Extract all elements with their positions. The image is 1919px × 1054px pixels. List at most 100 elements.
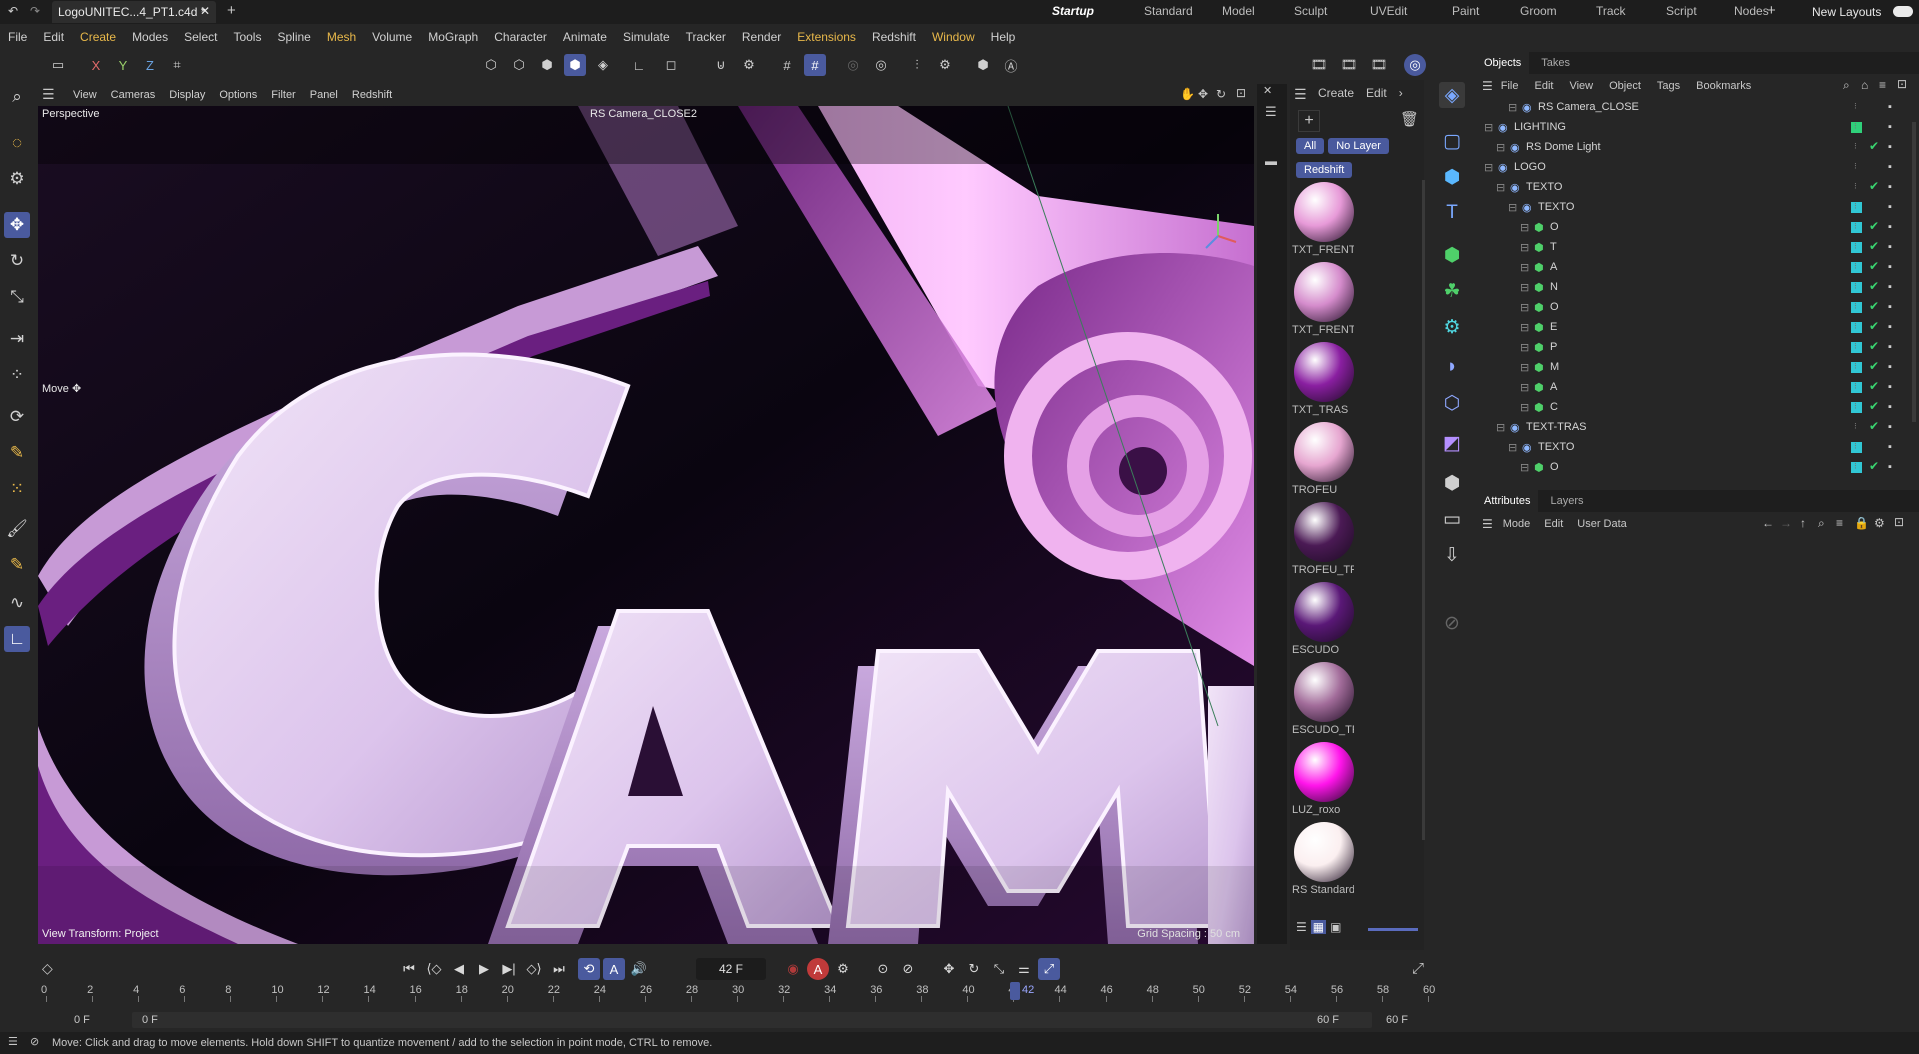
- axis-y-button[interactable]: Y: [112, 54, 134, 76]
- close-tab-icon[interactable]: ✕: [200, 4, 210, 18]
- viewport-menu-redshift[interactable]: Redshift: [345, 84, 399, 106]
- new-layouts-label[interactable]: New Layouts: [1812, 5, 1881, 19]
- scale-tool-icon[interactable]: ⤡: [4, 284, 30, 310]
- enabled-check-icon[interactable]: ✔: [1869, 459, 1879, 473]
- tag-icon[interactable]: ▪: [1888, 421, 1892, 433]
- enabled-check-icon[interactable]: ✔: [1869, 179, 1879, 193]
- enabled-check-icon[interactable]: ✔: [1869, 419, 1879, 433]
- move-tool-icon[interactable]: ✥: [4, 212, 30, 238]
- tag-icon[interactable]: ▪: [1888, 401, 1892, 413]
- deformer-icon[interactable]: ◗: [1439, 354, 1465, 380]
- redshift-renderer-badge[interactable]: Redshift: [1296, 162, 1353, 178]
- delete-material-icon[interactable]: 🗑: [1400, 110, 1419, 128]
- uv-mode-icon[interactable]: ◈: [592, 54, 614, 76]
- menu-tracker[interactable]: Tracker: [678, 24, 734, 50]
- axis-z-button[interactable]: Z: [139, 54, 161, 76]
- tag-icon[interactable]: ▪: [1888, 141, 1892, 153]
- tab-objects[interactable]: Objects: [1476, 52, 1530, 74]
- spline-icon[interactable]: ∿: [4, 590, 30, 616]
- chevron-right-icon[interactable]: ›: [1399, 86, 1403, 100]
- visibility-dots[interactable]: ⁝: [1854, 261, 1857, 272]
- light-object-icon[interactable]: ⬢: [1439, 470, 1465, 496]
- new-attr-manager-icon[interactable]: ⊡: [1894, 515, 1904, 529]
- select-settings-icon[interactable]: ⚙: [4, 166, 30, 192]
- viewport-menu-panel[interactable]: Panel: [303, 84, 345, 106]
- expand-icon[interactable]: ⊟: [1496, 421, 1505, 434]
- tab-layers[interactable]: Layers: [1538, 495, 1595, 507]
- objects-menu-view[interactable]: View: [1569, 80, 1593, 92]
- expand-icon[interactable]: ⊟: [1520, 221, 1529, 234]
- menu-tools[interactable]: Tools: [225, 24, 269, 50]
- attr-menu-edit[interactable]: Edit: [1544, 518, 1563, 530]
- add-material-icon[interactable]: +: [1298, 110, 1320, 132]
- redo-icon[interactable]: ↷: [30, 4, 40, 18]
- viewport-menu-view[interactable]: View: [66, 84, 104, 106]
- tag-icon[interactable]: ▪: [1888, 261, 1892, 273]
- film-icon[interactable]: ▬: [1265, 154, 1277, 168]
- layout-toggle[interactable]: [1893, 6, 1913, 17]
- layout-tab-groom[interactable]: Groom: [1520, 4, 1557, 20]
- search-icon[interactable]: ⌕: [4, 84, 30, 110]
- grid-view-icon[interactable]: ▦: [1310, 920, 1327, 934]
- viewport-menu-display[interactable]: Display: [162, 84, 212, 106]
- tag-icon[interactable]: ▪: [1888, 161, 1892, 173]
- new-tab-icon[interactable]: +: [227, 2, 236, 19]
- tag-icon[interactable]: ▪: [1888, 381, 1892, 393]
- menu-help[interactable]: Help: [983, 24, 1024, 50]
- object-row[interactable]: ⊟ ◉ LOGO ⁝ ▪: [1476, 158, 1919, 178]
- pen-icon[interactable]: ✎: [4, 552, 30, 578]
- tag-icon[interactable]: ▪: [1888, 341, 1892, 353]
- visibility-dots[interactable]: ⁝: [1854, 361, 1857, 372]
- menu-redshift[interactable]: Redshift: [864, 24, 924, 50]
- material-item[interactable]: TROFEU: [1292, 420, 1356, 496]
- objects-menu-icon[interactable]: ☰: [1482, 79, 1493, 93]
- enabled-check-icon[interactable]: ✔: [1869, 219, 1879, 233]
- render-settings-icon[interactable]: 🎞: [1368, 54, 1390, 76]
- filter-icon[interactable]: ≡: [1879, 78, 1886, 92]
- frame-ruler[interactable]: 0246810121416182022242628303234363840424…: [32, 950, 1448, 1002]
- rotate-tool-icon[interactable]: ↻: [4, 248, 30, 274]
- material-menu-create[interactable]: Create: [1318, 86, 1354, 100]
- object-row[interactable]: ⊟ ⬢ P ⁝ ✔ ▪: [1476, 338, 1919, 358]
- visibility-dots[interactable]: ⁝: [1854, 241, 1857, 252]
- effector-icon[interactable]: ⚙: [1439, 314, 1465, 340]
- object-row[interactable]: ⊟ ⬢ M ⁝ ✔ ▪: [1476, 358, 1919, 378]
- up-arrow-icon[interactable]: ↑: [1800, 516, 1806, 530]
- scene-camera-icon[interactable]: ▭: [1439, 506, 1465, 532]
- layout-tab-sculpt[interactable]: Sculpt: [1294, 4, 1327, 20]
- paint-icon[interactable]: ⁙: [4, 476, 30, 502]
- menu-modes[interactable]: Modes: [124, 24, 176, 50]
- object-row[interactable]: ⊟ ⬢ O ⁝ ✔ ▪: [1476, 298, 1919, 318]
- layout-tab-nodes[interactable]: Nodes: [1734, 4, 1769, 20]
- generator-icon[interactable]: ⬢: [1439, 242, 1465, 268]
- tag-icon[interactable]: ▪: [1888, 441, 1892, 453]
- tab-attributes[interactable]: Attributes: [1476, 490, 1539, 512]
- filter-attr-icon[interactable]: ≡: [1836, 516, 1843, 530]
- snap-settings-icon[interactable]: ⚙: [738, 54, 760, 76]
- tag-icon[interactable]: ▪: [1888, 281, 1892, 293]
- enabled-check-icon[interactable]: ✔: [1869, 239, 1879, 253]
- layout-tab-standard[interactable]: Standard: [1144, 4, 1193, 20]
- sculpt-icon[interactable]: 🖌: [4, 516, 30, 542]
- filter-all-button[interactable]: All: [1296, 138, 1325, 154]
- filter-nolayer-button[interactable]: No Layer: [1328, 138, 1389, 154]
- menu-mesh[interactable]: Mesh: [319, 24, 364, 50]
- object-row[interactable]: ⊟ ⬢ T ⁝ ✔ ▪: [1476, 238, 1919, 258]
- expand-icon[interactable]: ⊟: [1520, 461, 1529, 474]
- attr-menu-mode[interactable]: Mode: [1503, 518, 1531, 530]
- visibility-dots[interactable]: ⁝: [1854, 401, 1857, 412]
- enabled-check-icon[interactable]: ✔: [1869, 359, 1879, 373]
- orbit-icon[interactable]: ↻: [1216, 87, 1226, 101]
- planar-icon[interactable]: ◎: [870, 54, 892, 76]
- range-bar[interactable]: [132, 1012, 1372, 1028]
- object-row[interactable]: ⊟ ◉ TEXT-TRAS ⁝ ✔ ▪: [1476, 418, 1919, 438]
- object-row[interactable]: ⊟ ◉ RS Camera_CLOSE ⁝ ▪: [1476, 98, 1919, 118]
- material-item[interactable]: ESCUDO_TR: [1292, 660, 1356, 736]
- object-row[interactable]: ⊟ ⬢ A ⁝ ✔ ▪: [1476, 258, 1919, 278]
- expand-icon[interactable]: ⊟: [1520, 261, 1529, 274]
- viewport-menu-filter[interactable]: Filter: [264, 84, 302, 106]
- tag-icon[interactable]: ▪: [1888, 221, 1892, 233]
- add-layout-icon[interactable]: +: [1767, 2, 1776, 19]
- workplane-icon[interactable]: #: [804, 54, 826, 76]
- points-mode-icon[interactable]: ⬡: [480, 54, 502, 76]
